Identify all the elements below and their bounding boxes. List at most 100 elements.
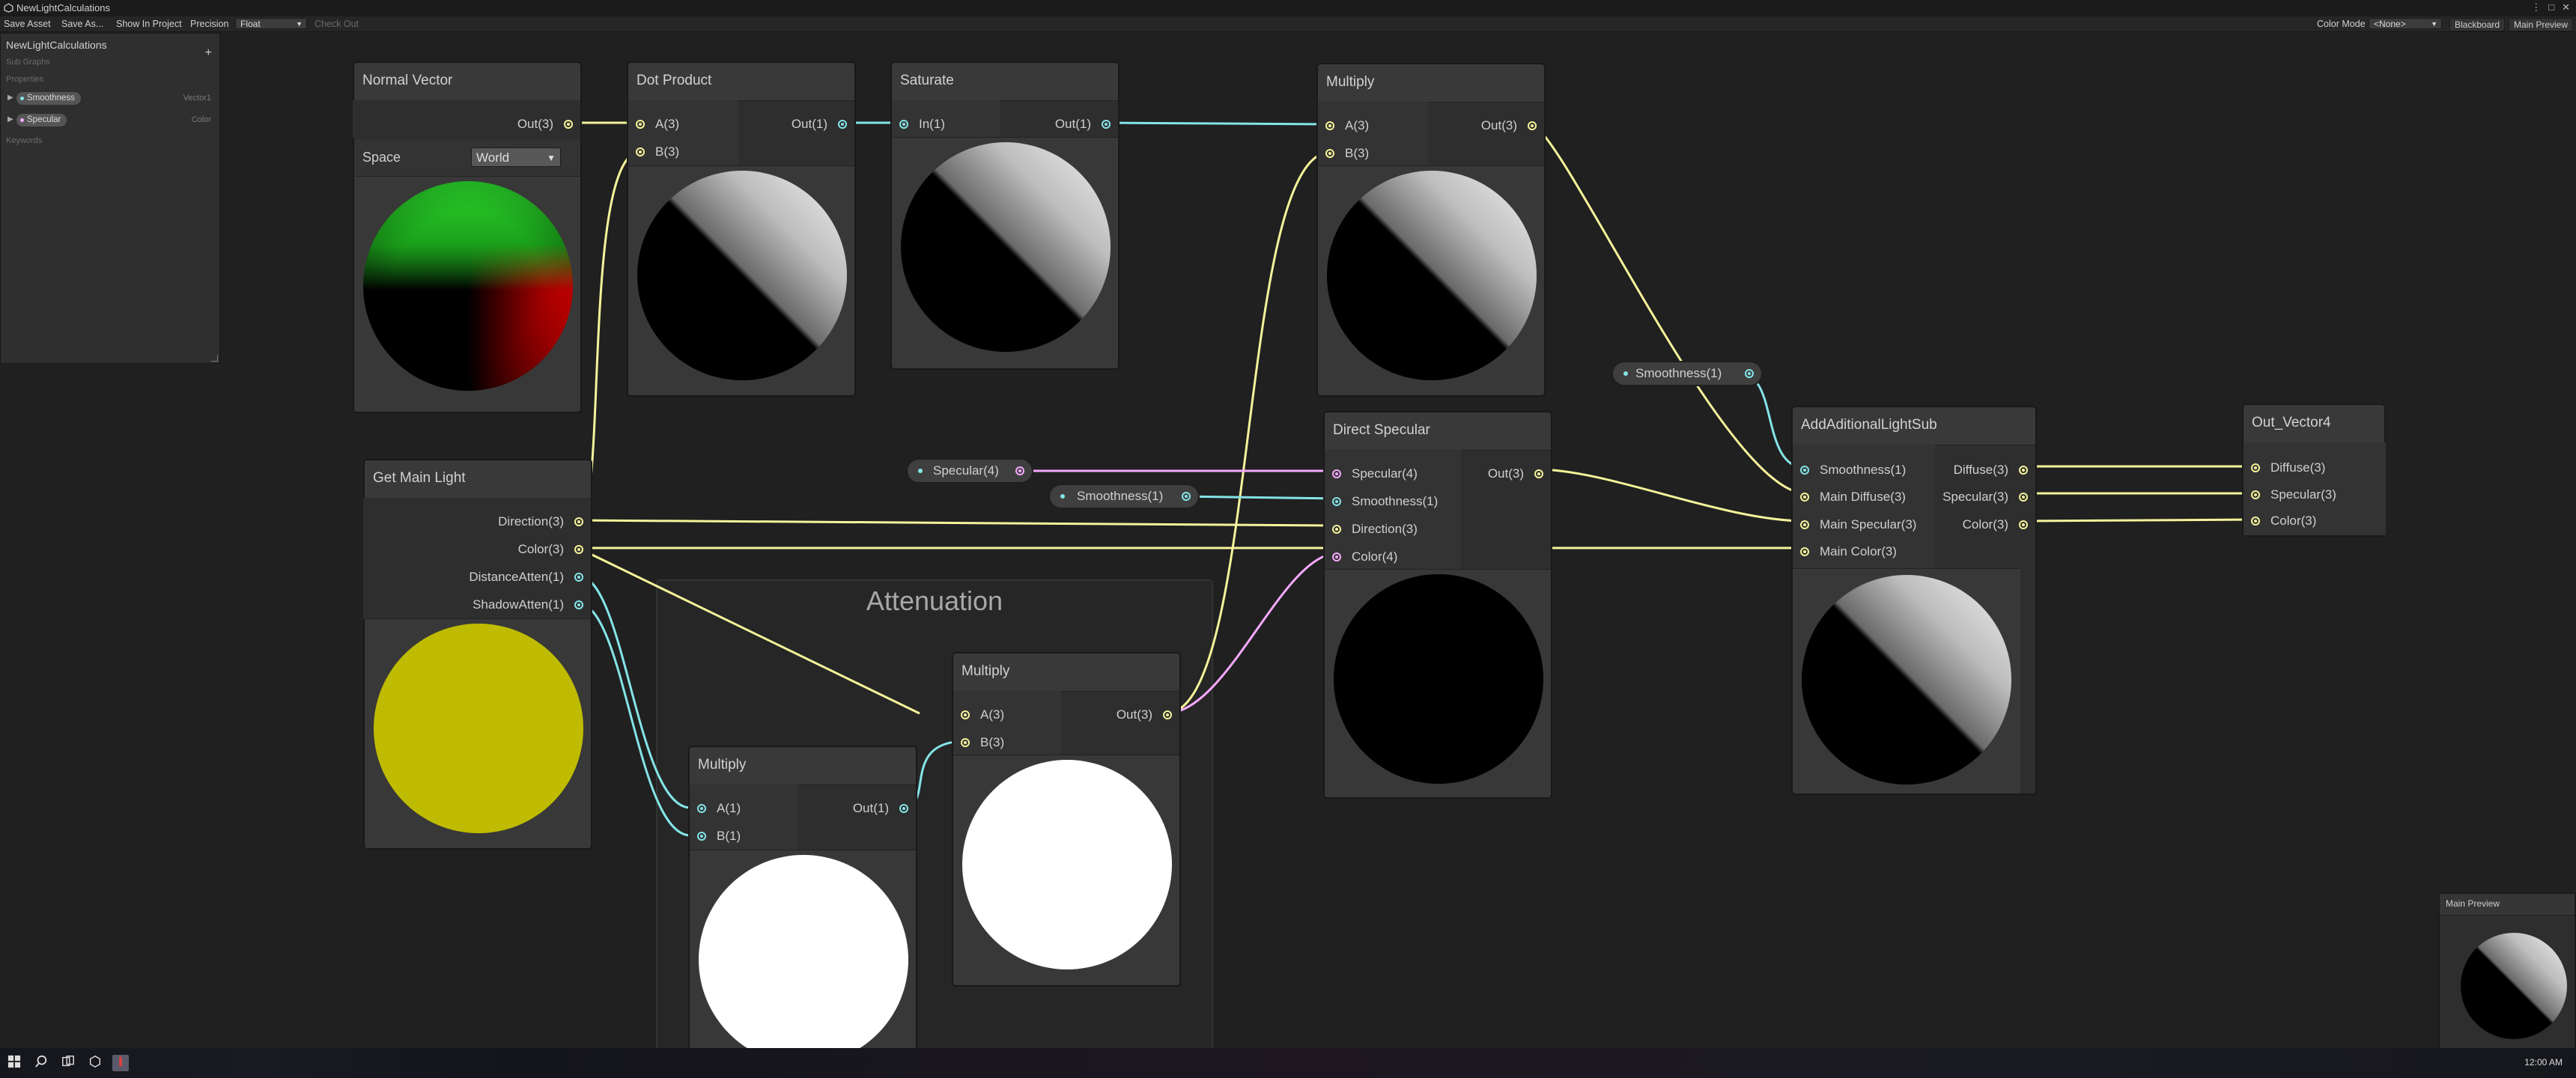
direct-specular-node[interactable]: Direct Specular Specular(4) Smoothness(1… xyxy=(1323,411,1552,799)
input-port-color[interactable]: Color(3) xyxy=(2251,514,2316,529)
multiply-node-top[interactable]: Multiply A(3) B(3) Out(3) xyxy=(1316,63,1546,397)
precision-dropdown[interactable]: Float ▼ xyxy=(235,18,307,29)
smoothness-property-node[interactable]: Smoothness(1) xyxy=(1611,361,1763,386)
port-dot-icon[interactable] xyxy=(899,120,908,129)
port-dot-icon[interactable] xyxy=(1182,492,1191,501)
port-dot-icon[interactable] xyxy=(1163,710,1172,719)
node-header[interactable]: Multiply xyxy=(953,654,1179,692)
input-port-color[interactable]: Color(4) xyxy=(1332,549,1397,564)
output-port-shadow-atten[interactable]: ShadowAtten(1) xyxy=(473,597,583,612)
close-icon[interactable]: ✕ xyxy=(2562,1,2570,13)
port-dot-icon[interactable] xyxy=(1745,369,1754,378)
property-pill[interactable]: Specular xyxy=(16,114,67,127)
port-dot-icon[interactable] xyxy=(838,120,847,129)
show-in-project-button[interactable]: Show In Project xyxy=(116,19,182,29)
input-port-in[interactable]: In(1) xyxy=(899,117,945,132)
output-port-color[interactable]: Color(3) xyxy=(518,542,583,557)
port-dot-icon[interactable] xyxy=(574,600,583,609)
blackboard-property-smoothness[interactable]: ▶ Smoothness Vector1 xyxy=(7,92,211,106)
expand-arrow-icon[interactable]: ▶ xyxy=(7,94,13,102)
main-preview-sphere[interactable] xyxy=(2461,933,2567,1039)
blackboard-toggle-button[interactable]: Blackboard xyxy=(2449,18,2506,31)
dot-product-node[interactable]: Dot Product A(3) B(3) Out(1) xyxy=(627,61,856,397)
specular-property-node[interactable]: Specular(4) xyxy=(906,458,1033,484)
port-dot-icon[interactable] xyxy=(1800,493,1809,502)
input-port-direction[interactable]: Direction(3) xyxy=(1332,522,1418,537)
port-dot-icon[interactable] xyxy=(2019,520,2028,529)
node-header[interactable]: Out_Vector4 xyxy=(2244,405,2384,443)
output-port-out[interactable]: Out(3) xyxy=(1481,118,1537,133)
input-port-b[interactable]: B(3) xyxy=(961,735,1004,750)
input-port-b[interactable]: B(3) xyxy=(636,144,679,159)
input-port-main-specular[interactable]: Main Specular(3) xyxy=(1800,517,1916,532)
port-dot-icon[interactable] xyxy=(2251,517,2260,526)
saturate-node[interactable]: Saturate In(1) Out(1) xyxy=(890,61,1120,370)
input-port-a[interactable]: A(3) xyxy=(1325,118,1369,133)
output-port-diffuse[interactable]: Diffuse(3) xyxy=(1954,463,2028,478)
add-additional-light-sub-node[interactable]: AddAditionalLightSub Smoothness(1) Main … xyxy=(1791,406,2037,795)
port-dot-icon[interactable] xyxy=(2019,466,2028,475)
port-dot-icon[interactable] xyxy=(697,804,706,813)
port-dot-icon[interactable] xyxy=(961,738,970,747)
node-header[interactable]: Multiply xyxy=(690,747,916,785)
unity-editor-icon[interactable] xyxy=(112,1055,129,1071)
main-preview-panel[interactable]: Main Preview xyxy=(2438,892,2576,1054)
node-header[interactable]: Normal Vector xyxy=(354,63,580,101)
smoothness-property-node-2[interactable]: Smoothness(1) xyxy=(1048,484,1200,509)
node-header[interactable]: Multiply xyxy=(1318,64,1544,103)
port-dot-icon[interactable] xyxy=(1800,466,1809,475)
unity-hub-icon[interactable] xyxy=(87,1055,103,1071)
color-mode-dropdown[interactable]: <None> ▼ xyxy=(2369,18,2442,29)
node-header[interactable]: Saturate xyxy=(892,63,1118,101)
task-view-icon[interactable] xyxy=(60,1055,76,1071)
get-main-light-node[interactable]: Get Main Light Direction(3) Color(3) Dis… xyxy=(363,459,592,850)
multiply-node-mid[interactable]: Multiply A(3) B(3) Out(3) xyxy=(952,652,1181,987)
port-dot-icon[interactable] xyxy=(636,147,645,156)
port-dot-icon[interactable] xyxy=(697,832,706,841)
port-dot-icon[interactable] xyxy=(2251,490,2260,499)
port-dot-icon[interactable] xyxy=(574,573,583,582)
input-port-specular[interactable]: Specular(4) xyxy=(1332,466,1418,481)
output-port-out[interactable]: Out(1) xyxy=(853,801,908,816)
port-dot-icon[interactable] xyxy=(1325,121,1334,130)
node-header[interactable]: AddAditionalLightSub xyxy=(1793,407,2035,445)
input-port-smoothness[interactable]: Smoothness(1) xyxy=(1800,463,1906,478)
node-header[interactable]: Direct Specular xyxy=(1325,412,1551,451)
port-dot-icon[interactable] xyxy=(574,545,583,554)
search-icon[interactable] xyxy=(33,1055,49,1071)
out-vector4-node[interactable]: Out_Vector4 Diffuse(3) Specular(3) Color… xyxy=(2242,404,2386,537)
input-port-b[interactable]: B(1) xyxy=(697,829,741,844)
port-dot-icon[interactable] xyxy=(961,710,970,719)
output-port-out[interactable]: Out(1) xyxy=(792,117,847,132)
port-dot-icon[interactable] xyxy=(1332,469,1341,478)
port-dot-icon[interactable] xyxy=(564,120,573,129)
port-dot-icon[interactable] xyxy=(2019,493,2028,502)
expand-arrow-icon[interactable]: ▶ xyxy=(7,115,13,124)
port-dot-icon[interactable] xyxy=(1015,466,1024,475)
output-port-out[interactable]: Out(3) xyxy=(517,117,573,132)
port-dot-icon[interactable] xyxy=(1332,552,1341,561)
port-dot-icon[interactable] xyxy=(636,120,645,129)
input-port-b[interactable]: B(3) xyxy=(1325,146,1369,161)
input-port-main-diffuse[interactable]: Main Diffuse(3) xyxy=(1800,490,1906,505)
port-dot-icon[interactable] xyxy=(899,804,908,813)
output-port-out[interactable]: Out(3) xyxy=(1488,466,1543,481)
output-port-color[interactable]: Color(3) xyxy=(1963,517,2028,532)
port-dot-icon[interactable] xyxy=(1332,525,1341,534)
check-out-button[interactable]: Check Out xyxy=(315,19,359,29)
node-header[interactable]: Dot Product xyxy=(628,63,854,101)
port-dot-icon[interactable] xyxy=(1800,520,1809,529)
maximize-icon[interactable]: □ xyxy=(2548,1,2554,13)
port-dot-icon[interactable] xyxy=(1332,497,1341,506)
output-port-distance-atten[interactable]: DistanceAtten(1) xyxy=(469,570,583,585)
more-options-icon[interactable]: ⋮ xyxy=(2531,1,2541,13)
save-asset-button[interactable]: Save Asset xyxy=(4,19,51,29)
main-preview-header[interactable]: Main Preview xyxy=(2440,894,2575,916)
output-port-out[interactable]: Out(1) xyxy=(1055,117,1111,132)
resize-handle-icon[interactable] xyxy=(211,355,218,362)
input-port-main-color[interactable]: Main Color(3) xyxy=(1800,544,1897,559)
port-dot-icon[interactable] xyxy=(1800,547,1809,556)
property-pill[interactable]: Smoothness xyxy=(16,92,81,105)
input-port-a[interactable]: A(1) xyxy=(697,801,741,816)
port-dot-icon[interactable] xyxy=(2251,463,2260,472)
